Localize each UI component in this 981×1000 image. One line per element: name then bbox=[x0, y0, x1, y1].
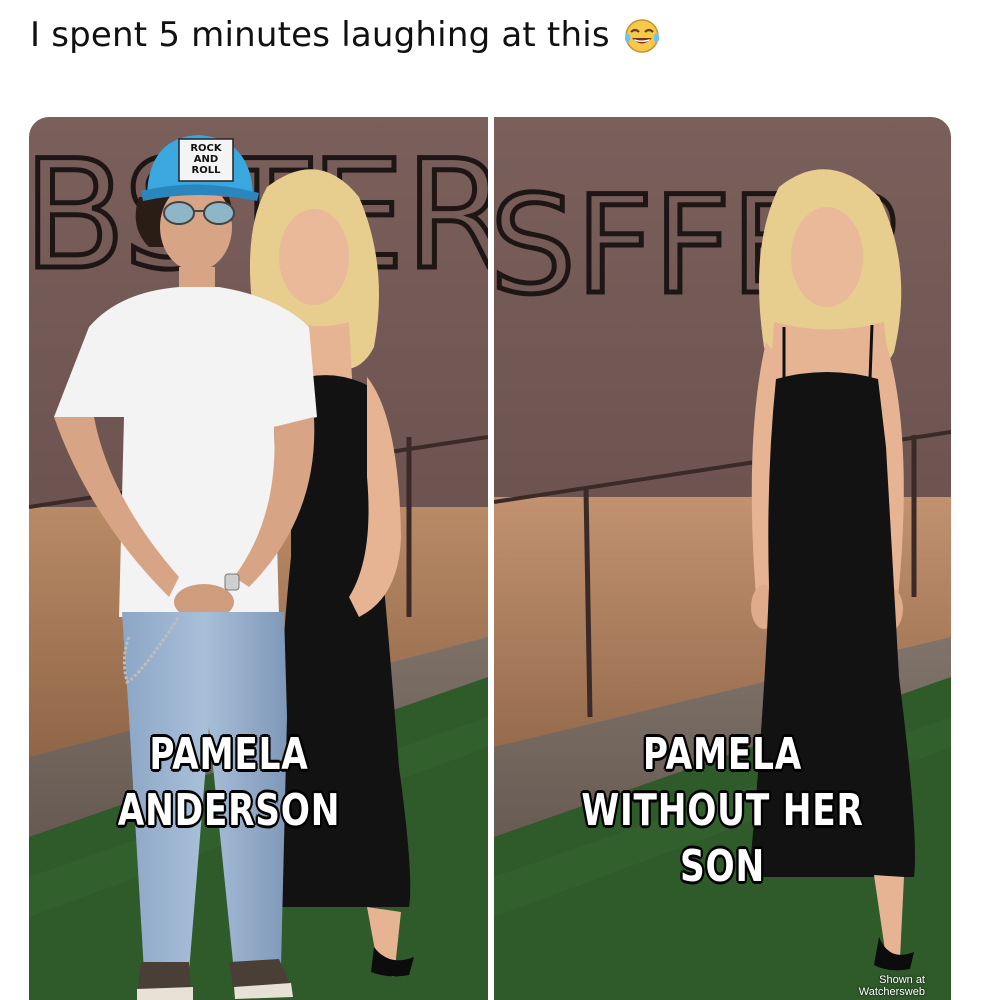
left-photo: BSTER ROCK AND bbox=[29, 117, 488, 1000]
post-caption: I spent 5 minutes laughing at this bbox=[30, 15, 610, 55]
watermark-line-2: Watchersweb bbox=[858, 986, 925, 998]
watermark-line-1: Shown at bbox=[879, 974, 925, 986]
left-caption: PAMELA ANDERSON bbox=[104, 727, 354, 839]
left-caption-line-1: PAMELA bbox=[149, 729, 309, 780]
post-header: I spent 5 minutes laughing at this bbox=[30, 10, 662, 60]
right-caption-line-2: WITHOUT HER SON bbox=[581, 785, 864, 892]
right-caption-line-1: PAMELA bbox=[642, 729, 803, 780]
face-with-tears-of-joy-icon bbox=[622, 15, 662, 55]
left-caption-line-2: ANDERSON bbox=[117, 785, 341, 836]
meme-panels: BSTER ROCK AND bbox=[29, 117, 951, 1000]
right-caption: PAMELA WITHOUT HER SON bbox=[544, 727, 900, 895]
left-photo-panel: BSTER ROCK AND bbox=[29, 117, 488, 1000]
cap-text-line-3: ROLL bbox=[192, 165, 222, 176]
cap-text-line-1: ROCK bbox=[190, 143, 223, 154]
watermark: Shown at Watchersweb bbox=[859, 974, 925, 998]
right-photo-panel: SFFEP PAMELA WITHOUT HER SON bbox=[494, 117, 951, 1000]
cap-text-line-2: AND bbox=[194, 154, 218, 165]
